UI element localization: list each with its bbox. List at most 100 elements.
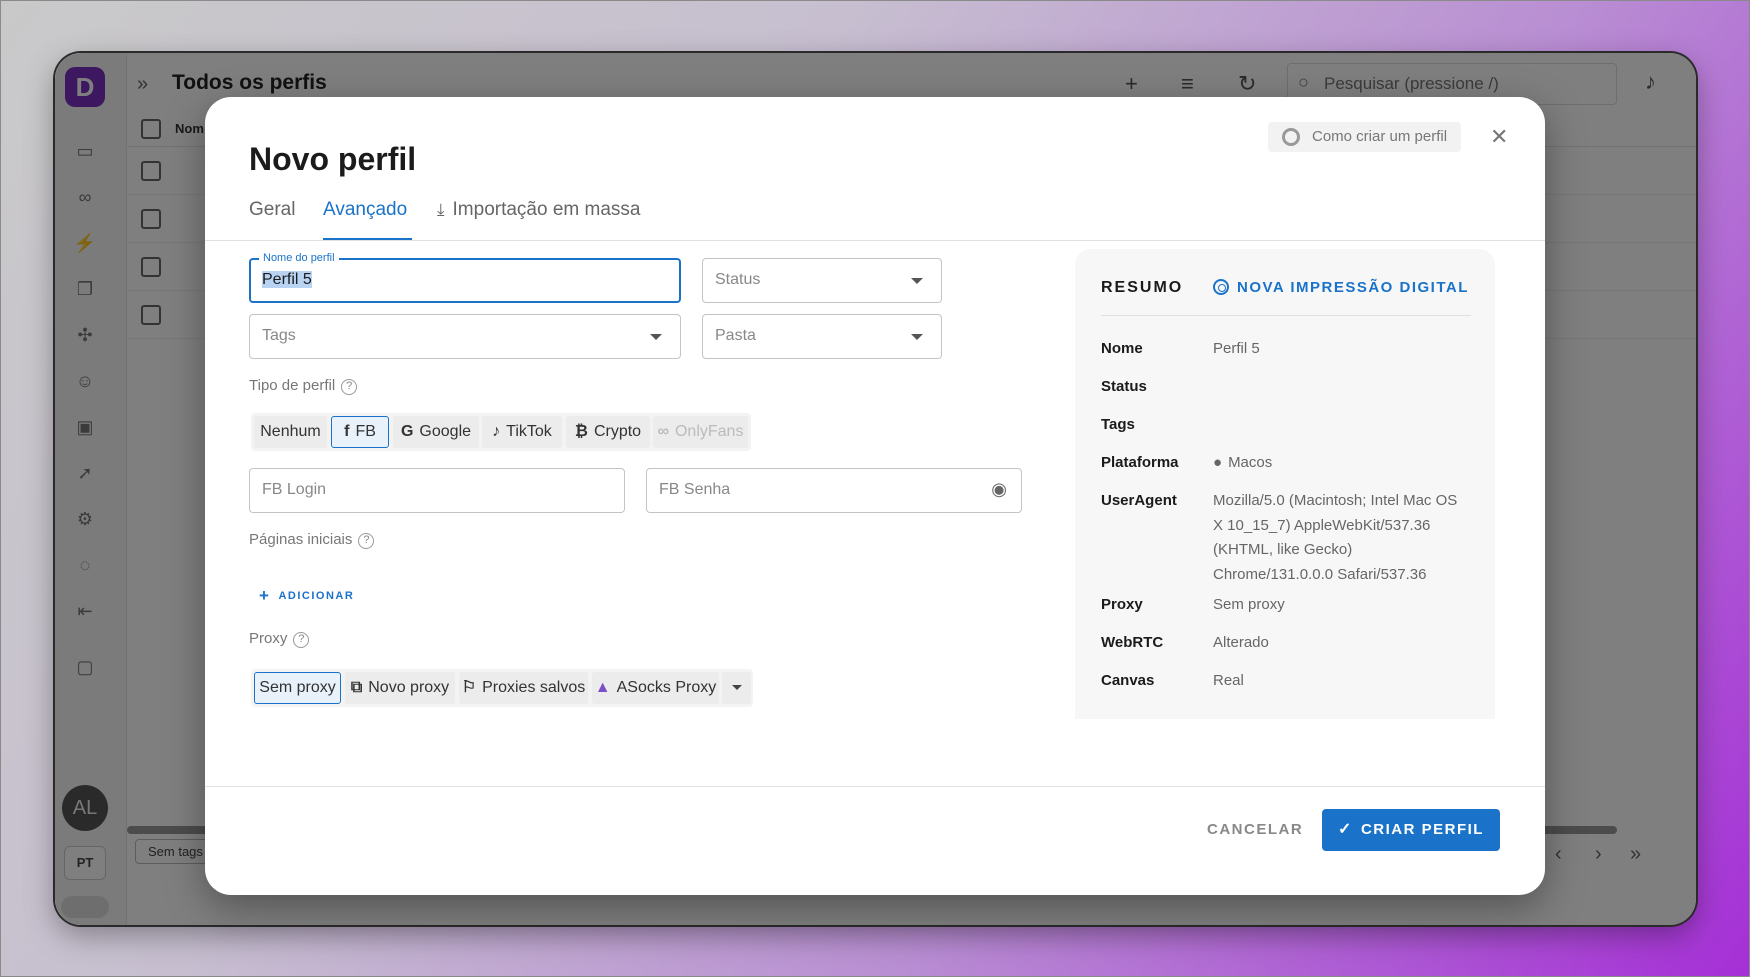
dropdown-arrow-icon (650, 334, 662, 340)
summary-value-webrtc: Alterado (1213, 634, 1269, 651)
tags-placeholder: Tags (262, 327, 296, 344)
proxy-asocks-label: ASocks Proxy (616, 679, 717, 696)
plus-icon: + (259, 586, 271, 605)
eye-icon[interactable]: ◉ (991, 479, 1007, 500)
profile-type-google-label: Google (419, 423, 472, 440)
create-profile-button[interactable]: ✓ CRIAR PERFIL (1322, 809, 1500, 851)
folder-select[interactable]: Pasta (702, 314, 942, 359)
proxy-asocks[interactable]: ▲ ASocks Proxy (592, 672, 719, 704)
profile-type-label: Tipo de perfil (249, 377, 336, 394)
start-pages-heading: Páginas iniciais? (249, 531, 375, 549)
summary-key-status: Status (1101, 378, 1147, 395)
summary-divider (1101, 315, 1471, 316)
close-icon[interactable]: ✕ (1490, 122, 1508, 152)
add-start-page-button[interactable]: + ADICIONAR (259, 586, 354, 606)
profile-name-field[interactable]: Nome do perfil Perfil 5 (249, 252, 681, 303)
fingerprint-icon (1213, 279, 1229, 295)
bookmark-icon: ⚐ (461, 679, 477, 696)
google-icon: G (400, 423, 414, 440)
profile-type-group: Nenhum f FB G Google ♪ TikTok ₿ Crypto ∞ Only… (251, 413, 751, 451)
profile-type-nenhum[interactable]: Nenhum (254, 416, 327, 448)
summary-key-platform: Plataforma (1101, 454, 1179, 471)
check-icon: ✓ (1338, 821, 1353, 838)
profile-name-label: Nome do perfil (259, 252, 339, 264)
fb-password-input[interactable]: FB Senha ◉ (646, 468, 1022, 513)
profile-type-crypto-label: Crypto (593, 423, 642, 440)
proxy-new-label: Novo proxy (368, 679, 450, 696)
tiktok-icon: ♪ (492, 423, 501, 440)
fb-password-placeholder: FB Senha (659, 481, 731, 498)
onlyfans-icon: ∞ (657, 423, 669, 440)
proxy-new[interactable]: ⧉ Novo proxy (345, 672, 455, 704)
proxy-heading: Proxy? (249, 630, 310, 648)
dialog-title: Novo perfil (249, 141, 417, 177)
folder-placeholder: Pasta (715, 327, 756, 344)
chevron-down-icon (731, 685, 742, 690)
profile-type-onlyfans-label: OnlyFans (674, 423, 744, 440)
new-fingerprint-button[interactable]: NOVA IMPRESSÃO DIGITAL (1213, 279, 1469, 296)
fb-login-placeholder: FB Login (262, 481, 327, 498)
proxy-none-label: Sem proxy (259, 679, 336, 696)
tags-select[interactable]: Tags (249, 314, 681, 359)
summary-key-canvas: Canvas (1101, 672, 1155, 689)
new-fingerprint-label: NOVA IMPRESSÃO DIGITAL (1237, 279, 1469, 296)
summary-value-canvas: Real (1213, 672, 1244, 689)
facebook-icon: f (344, 423, 350, 440)
summary-key-name: Nome (1101, 340, 1143, 357)
profile-type-onlyfans: ∞ OnlyFans (653, 416, 748, 448)
help-circle-icon[interactable]: ? (293, 632, 310, 648)
lifebuoy-icon (1282, 128, 1300, 146)
summary-value-proxy: Sem proxy (1213, 596, 1285, 613)
tab-importacao[interactable]: ⤓ Importação em massa (437, 199, 640, 221)
help-circle-icon[interactable]: ? (341, 379, 358, 395)
proxy-saved[interactable]: ⚐ Proxies salvos (459, 672, 588, 704)
proxy-none[interactable]: Sem proxy (254, 672, 341, 704)
summary-value-platform-row: ● Macos (1213, 451, 1463, 476)
status-placeholder: Status (715, 271, 761, 288)
asocks-icon: ▲ (594, 679, 611, 696)
fb-login-input[interactable]: FB Login (249, 468, 625, 513)
help-circle-icon[interactable]: ? (358, 533, 375, 549)
proxy-saved-label: Proxies salvos (482, 679, 586, 696)
summary-title: RESUMO (1101, 279, 1184, 296)
summary-value-name: Perfil 5 (1213, 340, 1260, 357)
summary-value-platform: Macos (1228, 454, 1273, 471)
profile-type-crypto[interactable]: ₿ Crypto (566, 416, 650, 448)
dropdown-arrow-icon (911, 278, 923, 284)
download-icon: ⤓ (437, 200, 445, 219)
proxy-more-dropdown[interactable] (722, 672, 751, 704)
tab-avancado[interactable]: Avançado (323, 199, 407, 221)
create-profile-label: CRIAR PERFIL (1360, 821, 1484, 838)
help-button-label: Como criar um perfil (1312, 128, 1448, 145)
footer-divider (205, 786, 1545, 787)
summary-key-tags: Tags (1101, 416, 1135, 433)
tab-geral[interactable]: Geral (249, 199, 295, 221)
profile-type-fb[interactable]: f FB (331, 416, 389, 448)
add-start-page-label: ADICIONAR (278, 590, 355, 602)
profile-type-nenhum-label: Nenhum (260, 423, 321, 440)
proxy-label: Proxy (249, 630, 288, 647)
tabs-divider (205, 240, 1545, 241)
profile-type-tiktok-label: TikTok (506, 423, 552, 440)
apple-icon: ● (1213, 454, 1223, 471)
status-select[interactable]: Status (702, 258, 942, 303)
bitcoin-icon: ₿ (574, 423, 588, 440)
start-pages-label: Páginas iniciais (249, 531, 353, 548)
summary-key-proxy: Proxy (1101, 596, 1143, 613)
dropdown-arrow-icon (911, 334, 923, 340)
tab-importacao-label: Importação em massa (452, 199, 641, 220)
profile-type-heading: Tipo de perfil? (249, 377, 358, 395)
proxy-type-group: Sem proxy ⧉ Novo proxy ⚐ Proxies salvos ▲ A… (251, 669, 753, 707)
profile-name-value: Perfil 5 (262, 271, 312, 288)
summary-key-useragent: UserAgent (1101, 492, 1177, 509)
summary-panel: RESUMO NOVA IMPRESSÃO DIGITAL Nome Perfi… (1075, 249, 1495, 719)
profile-type-google[interactable]: G Google (393, 416, 479, 448)
profile-type-tiktok[interactable]: ♪ TikTok (482, 416, 562, 448)
profile-type-fb-label: FB (355, 423, 376, 440)
new-proxy-icon: ⧉ (350, 679, 363, 696)
new-profile-dialog: Novo perfil Como criar um perfil ✕ Geral… (205, 97, 1545, 895)
cancel-button[interactable]: CANCELAR (1195, 810, 1315, 850)
summary-key-webrtc: WebRTC (1101, 634, 1164, 651)
summary-value-useragent: Mozilla/5.0 (Macintosh; Intel Mac OS X 1… (1213, 492, 1458, 583)
how-to-create-profile-button[interactable]: Como criar um perfil (1268, 122, 1462, 152)
